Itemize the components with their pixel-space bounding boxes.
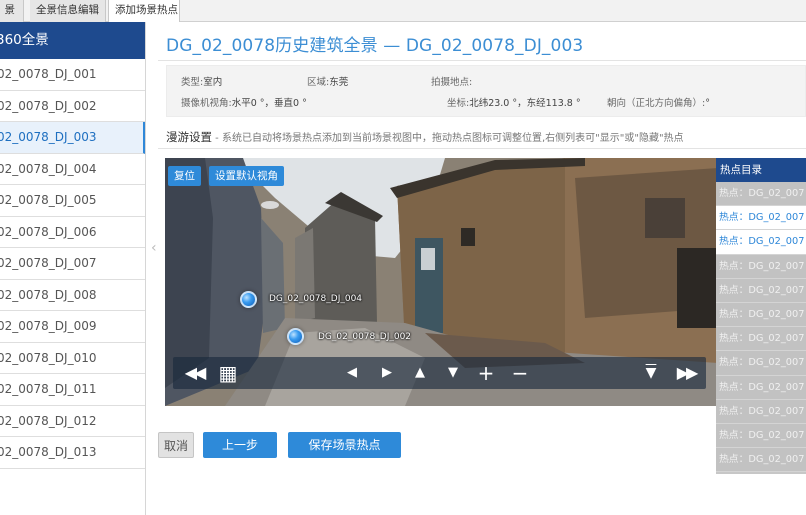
tour-divider [158,148,806,149]
sidebar-item-label: 02_0078_DJ_009 [0,319,97,333]
pan-right-icon[interactable]: ▶ [376,357,398,389]
tab-panorama[interactable]: 景 [0,0,24,22]
sidebar-item[interactable]: 02_0078_DJ_008 [0,279,145,311]
info-camera-view: 摄像机视角:水平0 °，垂直0 ° [181,98,307,109]
sidebar-item[interactable]: 02_0078_DJ_011 [0,374,145,406]
sidebar-item-label: 02_0078_DJ_011 [0,382,97,396]
cancel-button[interactable]: 取消 [158,432,194,458]
hotspot-list-item[interactable]: 热点：DG_02_007 [716,302,806,328]
hotspot-marker-icon[interactable] [287,328,304,345]
hide-bar-icon[interactable]: ▼ [639,357,663,389]
sidebar-item-label: 02_0078_DJ_012 [0,413,97,428]
tab-bar: 景 全景信息编辑 添加场景热点 [0,0,806,22]
save-scene-hotspot-button[interactable]: 保存场景热点 [288,432,401,458]
thumbnail-grid-icon[interactable]: ▦ [215,357,241,389]
tour-settings-title: 漫游设置 [166,130,212,144]
sidebar-item-label: 02_0078_DJ_005 [0,193,97,207]
hotspot-list-item[interactable]: 热点：DG_02_007 [716,278,806,303]
info-heading: 朝向（正北方向偏角）:° [607,98,710,109]
sidebar-item[interactable]: 02_0078_DJ_001 [0,59,145,91]
sidebar-item[interactable]: 02_0078_DJ_002 [0,90,145,122]
sidebar-item[interactable]: 02_0078_DJ_006 [0,216,145,248]
sidebar-item[interactable]: 02_0078_DJ_005 [0,185,145,217]
zoom-out-icon[interactable]: − [509,357,531,389]
previous-step-button[interactable]: 上一步 [203,432,277,458]
hotspot-list-item[interactable]: 热点：DG_02_007 [716,375,806,400]
set-default-view-button[interactable]: 设置默认视角 [209,166,284,186]
collapse-arrow-icon[interactable]: ‹ [151,240,157,256]
hotspot-list-item[interactable]: 热点：DG_02_007 [716,254,806,279]
reset-view-button[interactable]: 复位 [168,166,201,186]
hotspot-list-item[interactable]: 热点：DG_02_007 [716,448,806,473]
info-region: 区域:东莞 [307,77,349,88]
sidebar-item-label: 02_0078_DJ_002 [0,98,97,113]
hotspot-list-item[interactable]: 热点：DG_02_007 [716,423,806,449]
sidebar-item[interactable]: 02_0078_DJ_013 [0,437,145,469]
sidebar-item-label: 02_0078_DJ_008 [0,287,97,302]
viewer-control-bar: ◀◀ ▦ ◀ ▶ ▲ ▼ + − ▼ ▶▶ [173,357,706,389]
hotspot-label: DG_02_0078_DJ_002 [318,332,412,342]
sidebar: 360全景 02_0078_DJ_001 02_0078_DJ_002 02_007… [0,22,146,515]
sidebar-item-label: 02_0078_DJ_004 [0,161,97,176]
sidebar-item-label: 02_0078_DJ_010 [0,350,97,365]
hotspot-list-item[interactable]: 热点：DG_02_007 [716,327,806,352]
sidebar-item[interactable]: 02_0078_DJ_004 [0,153,145,185]
hotspot-marker-icon[interactable] [240,291,257,308]
sidebar-item[interactable]: 02_0078_DJ_007 [0,248,145,280]
hotspot-list-item[interactable]: 热点：DG_02_007 [716,182,806,207]
panorama-viewer[interactable]: 复位 设置默认视角 DG_02_0078_DJ_004 DG_02_0078_D… [165,158,718,406]
sidebar-item[interactable]: 02_0078_DJ_003 [0,122,145,154]
pan-down-icon[interactable]: ▼ [442,357,464,389]
info-place: 拍摄地点: [431,77,473,88]
hotspot-list-item[interactable]: 热点：DG_02_007 [716,230,806,255]
sidebar-item-label: 02_0078_DJ_007 [0,256,97,270]
scene-info-box: 类型:室内 区域:东莞 拍摄地点: 摄像机视角:水平0 °，垂直0 ° 坐标:北… [166,65,806,117]
hotspot-directory-title: 热点目录 [716,158,806,182]
hotspot-label: DG_02_0078_DJ_004 [269,294,363,304]
pan-left-icon[interactable]: ◀ [341,357,363,389]
tab-panorama-info-edit[interactable]: 全景信息编辑 [30,0,106,22]
title-divider [158,60,806,61]
sidebar-item-label: 02_0078_DJ_013 [0,445,97,459]
sidebar-title: 360全景 [0,22,145,59]
rewind-icon[interactable]: ◀◀ [179,357,209,389]
pan-up-icon[interactable]: ▲ [409,357,431,389]
sidebar-item[interactable]: 02_0078_DJ_009 [0,311,145,343]
sidebar-item[interactable]: 02_0078_DJ_010 [0,342,145,374]
sidebar-item-label: 02_0078_DJ_001 [0,67,97,81]
hotspot-list: 热点：DG_02_007 热点：DG_02_007 热点：DG_02_007 热点：D… [716,182,806,473]
info-coordinates: 坐标:北纬23.0 °，东经113.8 ° [447,98,581,109]
forward-icon[interactable]: ▶▶ [671,357,701,389]
app-window: 景 全景信息编辑 添加场景热点 360全景 02_0078_DJ_001 02_0… [0,0,806,515]
page-title: DG_02_0078历史建筑全景 — DG_02_0078_DJ_003 [166,36,584,56]
hotspot-list-item[interactable]: 热点：DG_02_007 [716,206,806,231]
sidebar-item-label: 02_0078_DJ_003 [0,130,97,144]
info-type: 类型:室内 [181,77,223,88]
tab-add-scene-hotspot[interactable]: 添加场景热点 [108,0,180,22]
zoom-in-icon[interactable]: + [475,357,497,389]
sidebar-item[interactable]: 02_0078_DJ_012 [0,405,145,437]
sidebar-item-label: 02_0078_DJ_006 [0,224,97,239]
sidebar-list: 02_0078_DJ_001 02_0078_DJ_002 02_0078_DJ_0… [0,59,145,469]
tour-settings-desc: - 系统已自动将场景热点添加到当前场景视图中，拖动热点图标可调整位置,右侧列表可… [212,133,684,144]
hotspot-directory: 热点目录 热点：DG_02_007 热点：DG_02_007 热点：DG_02_00… [716,158,806,474]
tour-settings-line: 漫游设置 - 系统已自动将场景热点添加到当前场景视图中，拖动热点图标可调整位置,… [166,129,684,145]
hotspot-list-item[interactable]: 热点：DG_02_007 [716,399,806,424]
hotspot-list-item[interactable]: 热点：DG_02_007 [716,351,806,376]
